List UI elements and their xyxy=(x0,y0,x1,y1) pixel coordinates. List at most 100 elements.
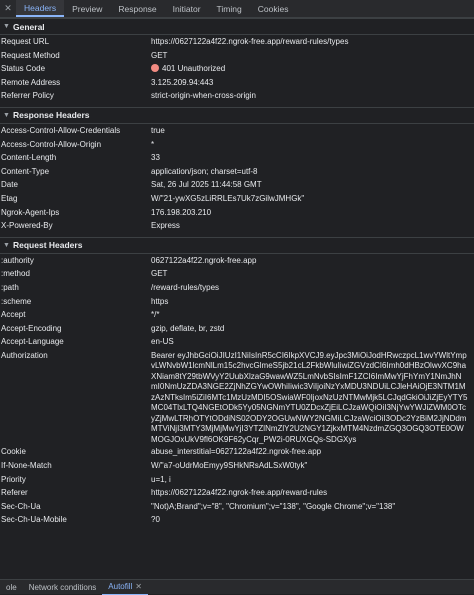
header-row: Status Code 401 Unauthorized xyxy=(0,62,474,76)
header-name: Date xyxy=(1,180,18,190)
drawer-tab-network-conditions[interactable]: Network conditions xyxy=(23,580,103,594)
header-name: Request URL xyxy=(1,37,50,46)
header-row: Accept-Language en-US xyxy=(0,335,474,349)
close-icon[interactable]: ✕ xyxy=(0,0,16,17)
header-name: Etag xyxy=(1,193,18,203)
drawer-tab-console[interactable]: ole xyxy=(0,580,23,594)
header-value: en-US xyxy=(151,337,174,347)
section-general-header[interactable]: ▼ General xyxy=(0,18,474,35)
header-name: Priority xyxy=(1,474,26,484)
header-name: If-None-Match xyxy=(1,460,52,470)
header-row: Accept */* xyxy=(0,308,474,322)
header-value: /reward-rules/types xyxy=(151,282,220,292)
header-name: X-Powered-By xyxy=(1,221,53,231)
header-name: Content-Type xyxy=(1,166,50,176)
header-name: Referer xyxy=(1,488,28,498)
header-row: Remote Address 3.125.209.94:443 xyxy=(0,76,474,90)
header-row: If-None-Match W/"a7-oUdrMoEmyy9SHkNRsAdLS… xyxy=(0,459,474,473)
header-row: Authorization Bearer eyJhbGciOiJIUzI1NiIs… xyxy=(0,349,474,446)
tab-preview[interactable]: Preview xyxy=(64,0,110,17)
header-row: Priority u=1, i xyxy=(0,473,474,487)
header-value: Express xyxy=(151,221,180,231)
status-error-icon xyxy=(151,64,159,73)
header-value: W/"a7-oUdrMoEmyy9SHkNRsAdLSxW0tyk" xyxy=(151,460,308,470)
tab-timing[interactable]: Timing xyxy=(209,0,250,17)
section-title: Request Headers xyxy=(13,240,83,251)
header-name: Content-Length xyxy=(1,153,57,163)
header-value: GET xyxy=(151,269,168,279)
header-name: Sec-Ch-Ua-Mobile xyxy=(1,515,67,525)
header-value: "Not)A;Brand";v="8", "Chromium";v="138",… xyxy=(151,501,396,511)
header-name: :scheme xyxy=(1,296,32,306)
headers-panel: ▼ General Request URL https://0627122a4f2… xyxy=(0,18,474,580)
close-icon[interactable]: ✕ xyxy=(135,582,142,591)
drawer-tab-bar: ole Network conditions Autofill ✕ xyxy=(0,579,474,595)
header-name: Ngrok-Agent-Ips xyxy=(1,207,60,217)
header-value: * xyxy=(151,139,155,149)
header-name: Access-Control-Allow-Origin xyxy=(1,139,102,149)
header-name: Status Code xyxy=(1,64,46,74)
header-value: W/"21-ywXG5zLiRRLEs7Uk7zGilwJMHGk" xyxy=(151,193,305,203)
header-row: Access-Control-Allow-Origin * xyxy=(0,138,474,152)
header-name: :path xyxy=(1,282,19,292)
header-row: Sec-Ch-Ua-Mobile ?0 xyxy=(0,513,474,527)
header-name: Accept-Language xyxy=(1,337,64,347)
header-value: true xyxy=(151,125,165,135)
header-name: :authority xyxy=(1,255,34,265)
header-name: Access-Control-Allow-Credentials xyxy=(1,125,121,135)
header-value: 176.198.203.210 xyxy=(151,207,212,217)
header-row: :authority 0627122a4f22.ngrok-free.app xyxy=(0,254,474,268)
caret-down-icon: ▼ xyxy=(3,111,10,119)
drawer-tab-autofill[interactable]: Autofill ✕ xyxy=(102,580,148,595)
header-row: Date Sat, 26 Jul 2025 11:44:58 GMT xyxy=(0,178,474,192)
header-value: 33 xyxy=(151,153,160,163)
header-row: :method GET xyxy=(0,267,474,281)
header-name: Request Method xyxy=(1,50,60,60)
header-name: Authorization xyxy=(1,350,48,360)
drawer-tab-label: Autofill xyxy=(108,582,133,591)
tab-response[interactable]: Response xyxy=(110,0,164,17)
header-name: Cookie xyxy=(1,447,26,457)
header-row: Request URL https://0627122a4f22.ngrok-fr… xyxy=(0,35,474,49)
header-value: GET xyxy=(151,50,168,60)
section-request-headers-header[interactable]: ▼ Request Headers xyxy=(0,236,474,254)
header-row: Ngrok-Agent-Ips 176.198.203.210 xyxy=(0,206,474,220)
header-row: Sec-Ch-Ua "Not)A;Brand";v="8", "Chromium"… xyxy=(0,500,474,514)
header-name: Accept-Encoding xyxy=(1,323,62,333)
header-value: gzip, deflate, br, zstd xyxy=(151,323,225,333)
header-value: 0627122a4f22.ngrok-free.app xyxy=(151,255,257,265)
devtools-tab-bar: ✕ Headers Preview Response Initiator Tim… xyxy=(0,0,474,18)
header-name: :method xyxy=(1,269,30,279)
header-value: strict-origin-when-cross-origin xyxy=(151,91,256,101)
tab-cookies[interactable]: Cookies xyxy=(250,0,297,17)
header-row: Referer https://0627122a4f22.ngrok-free.a… xyxy=(0,486,474,500)
header-value: 401 Unauthorized xyxy=(151,62,474,76)
header-value: https://0627122a4f22.ngrok-free.app/rewa… xyxy=(151,37,349,46)
header-value: abuse_interstitial=0627122a4f22.ngrok-fr… xyxy=(151,447,322,457)
header-value: ?0 xyxy=(151,515,160,525)
header-row: Etag W/"21-ywXG5zLiRRLEs7Uk7zGilwJMHGk" xyxy=(0,192,474,206)
tab-initiator[interactable]: Initiator xyxy=(165,0,209,17)
header-value: https xyxy=(151,296,169,306)
section-response-headers-header[interactable]: ▼ Response Headers xyxy=(0,106,474,124)
header-value: Sat, 26 Jul 2025 11:44:58 GMT xyxy=(151,180,262,190)
status-text: 401 Unauthorized xyxy=(162,64,226,74)
header-value: 3.125.209.94:443 xyxy=(151,77,214,87)
header-row: Accept-Encoding gzip, deflate, br, zstd xyxy=(0,322,474,336)
header-row: Content-Type application/json; charset=ut… xyxy=(0,165,474,179)
header-name: Remote Address xyxy=(1,77,61,87)
header-value: Bearer eyJhbGciOiJIUzI1NiIsInR5cCI6IkpXV… xyxy=(151,350,468,444)
header-row: Content-Length 33 xyxy=(0,151,474,165)
header-name: Referrer Policy xyxy=(1,91,54,101)
header-name: Sec-Ch-Ua xyxy=(1,501,41,511)
header-row: Access-Control-Allow-Credentials true xyxy=(0,124,474,138)
tab-headers[interactable]: Headers xyxy=(16,0,65,17)
header-row: Request Method GET xyxy=(0,49,474,63)
general-rows: Request URL https://0627122a4f22.ngrok-fr… xyxy=(0,35,474,103)
header-value: u=1, i xyxy=(151,474,171,484)
header-row: X-Powered-By Express xyxy=(0,219,474,233)
section-title: General xyxy=(13,21,45,32)
header-row: Cookie abuse_interstitial=0627122a4f22.ng… xyxy=(0,445,474,459)
caret-down-icon: ▼ xyxy=(3,241,10,249)
header-value: application/json; charset=utf-8 xyxy=(151,166,258,176)
